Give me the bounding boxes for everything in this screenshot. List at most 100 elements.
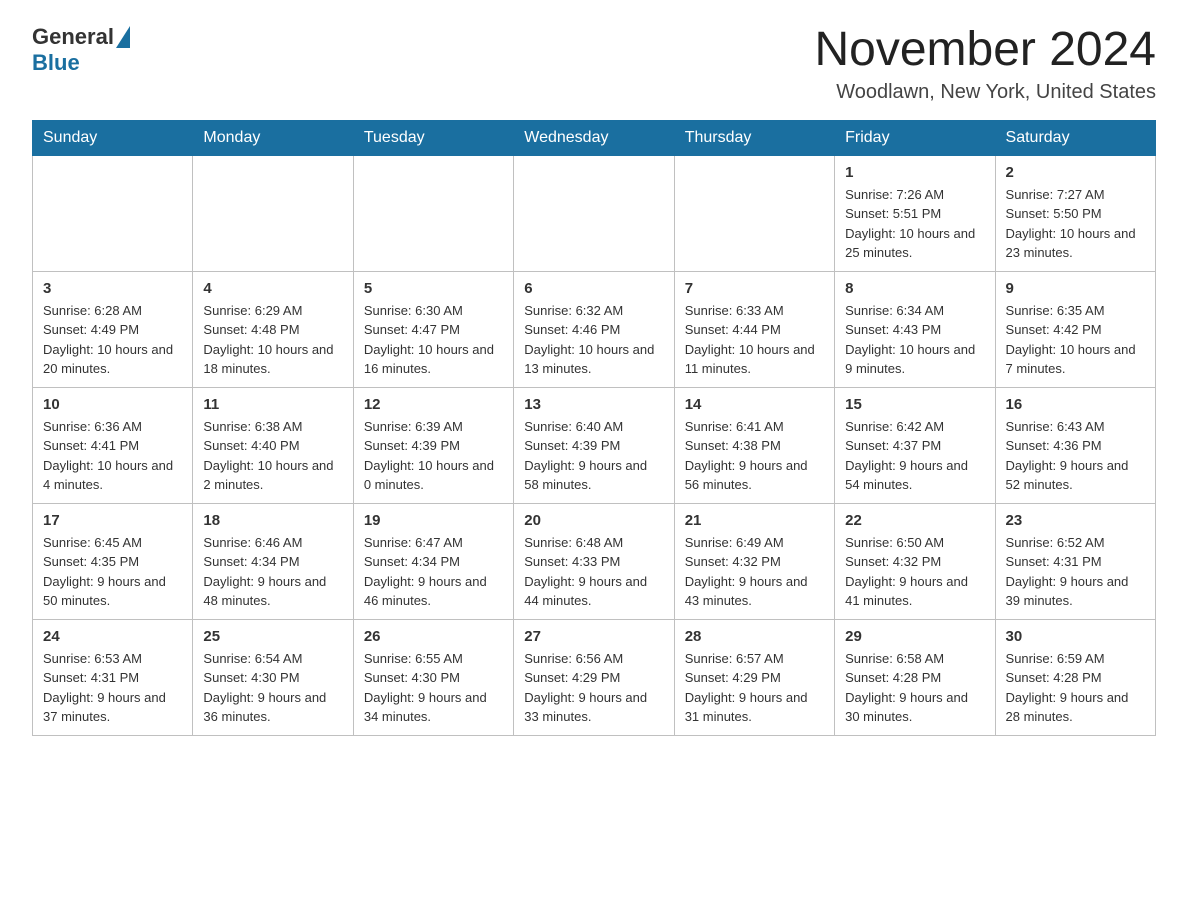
calendar-week-row: 17 Sunrise: 6:45 AMSunset: 4:35 PMDayligh… bbox=[33, 503, 1156, 619]
calendar-cell: 26 Sunrise: 6:55 AMSunset: 4:30 PMDayligh… bbox=[353, 619, 513, 735]
day-number: 28 bbox=[685, 628, 824, 645]
calendar-cell: 25 Sunrise: 6:54 AMSunset: 4:30 PMDayligh… bbox=[193, 619, 353, 735]
day-number: 11 bbox=[203, 396, 342, 413]
column-header-sunday: Sunday bbox=[33, 120, 193, 155]
title-block: November 2024 Woodlawn, New York, United… bbox=[814, 24, 1156, 104]
day-number: 15 bbox=[845, 396, 984, 413]
day-number: 29 bbox=[845, 628, 984, 645]
day-info: Sunrise: 7:26 AMSunset: 5:51 PMDaylight:… bbox=[845, 185, 984, 263]
day-info: Sunrise: 6:54 AMSunset: 4:30 PMDaylight:… bbox=[203, 649, 342, 727]
calendar-cell: 2 Sunrise: 7:27 AMSunset: 5:50 PMDaylight… bbox=[995, 155, 1155, 271]
day-number: 9 bbox=[1006, 280, 1145, 297]
calendar-cell: 16Sunrise: 6:43 AMSunset: 4:36 PMDayligh… bbox=[995, 387, 1155, 503]
calendar-cell bbox=[514, 155, 674, 271]
calendar-cell: 21Sunrise: 6:49 AMSunset: 4:32 PMDayligh… bbox=[674, 503, 834, 619]
day-info: Sunrise: 6:55 AMSunset: 4:30 PMDaylight:… bbox=[364, 649, 503, 727]
day-info: Sunrise: 6:41 AMSunset: 4:38 PMDaylight:… bbox=[685, 417, 824, 495]
page-header: General Blue November 2024 Woodlawn, New… bbox=[32, 24, 1156, 104]
day-info: Sunrise: 6:28 AMSunset: 4:49 PMDaylight:… bbox=[43, 301, 182, 379]
day-number: 17 bbox=[43, 512, 182, 529]
day-info: Sunrise: 6:34 AMSunset: 4:43 PMDaylight:… bbox=[845, 301, 984, 379]
day-number: 3 bbox=[43, 280, 182, 297]
day-number: 26 bbox=[364, 628, 503, 645]
calendar-header-row: SundayMondayTuesdayWednesdayThursdayFrid… bbox=[33, 120, 1156, 155]
day-number: 14 bbox=[685, 396, 824, 413]
calendar-week-row: 1 Sunrise: 7:26 AMSunset: 5:51 PMDaylight… bbox=[33, 155, 1156, 271]
day-info: Sunrise: 6:48 AMSunset: 4:33 PMDaylight:… bbox=[524, 533, 663, 611]
calendar-cell: 1 Sunrise: 7:26 AMSunset: 5:51 PMDaylight… bbox=[835, 155, 995, 271]
column-header-saturday: Saturday bbox=[995, 120, 1155, 155]
day-info: Sunrise: 6:29 AMSunset: 4:48 PMDaylight:… bbox=[203, 301, 342, 379]
month-title: November 2024 bbox=[814, 24, 1156, 77]
day-info: Sunrise: 6:52 AMSunset: 4:31 PMDaylight:… bbox=[1006, 533, 1145, 611]
column-header-monday: Monday bbox=[193, 120, 353, 155]
day-info: Sunrise: 6:33 AMSunset: 4:44 PMDaylight:… bbox=[685, 301, 824, 379]
day-number: 22 bbox=[845, 512, 984, 529]
location-subtitle: Woodlawn, New York, United States bbox=[814, 81, 1156, 104]
column-header-tuesday: Tuesday bbox=[353, 120, 513, 155]
calendar-cell: 9 Sunrise: 6:35 AMSunset: 4:42 PMDaylight… bbox=[995, 271, 1155, 387]
calendar-cell: 12Sunrise: 6:39 AMSunset: 4:39 PMDayligh… bbox=[353, 387, 513, 503]
day-info: Sunrise: 6:42 AMSunset: 4:37 PMDaylight:… bbox=[845, 417, 984, 495]
day-number: 7 bbox=[685, 280, 824, 297]
day-info: Sunrise: 6:57 AMSunset: 4:29 PMDaylight:… bbox=[685, 649, 824, 727]
calendar-cell bbox=[33, 155, 193, 271]
day-info: Sunrise: 6:50 AMSunset: 4:32 PMDaylight:… bbox=[845, 533, 984, 611]
day-info: Sunrise: 6:59 AMSunset: 4:28 PMDaylight:… bbox=[1006, 649, 1145, 727]
day-number: 6 bbox=[524, 280, 663, 297]
calendar-table: SundayMondayTuesdayWednesdayThursdayFrid… bbox=[32, 120, 1156, 736]
calendar-cell bbox=[193, 155, 353, 271]
day-number: 21 bbox=[685, 512, 824, 529]
calendar-cell: 30Sunrise: 6:59 AMSunset: 4:28 PMDayligh… bbox=[995, 619, 1155, 735]
calendar-cell bbox=[353, 155, 513, 271]
column-header-friday: Friday bbox=[835, 120, 995, 155]
logo-general-text: General bbox=[32, 24, 114, 50]
calendar-cell: 17 Sunrise: 6:45 AMSunset: 4:35 PMDayligh… bbox=[33, 503, 193, 619]
day-info: Sunrise: 6:30 AMSunset: 4:47 PMDaylight:… bbox=[364, 301, 503, 379]
calendar-cell: 24Sunrise: 6:53 AMSunset: 4:31 PMDayligh… bbox=[33, 619, 193, 735]
calendar-cell: 5 Sunrise: 6:30 AMSunset: 4:47 PMDaylight… bbox=[353, 271, 513, 387]
calendar-cell: 3 Sunrise: 6:28 AMSunset: 4:49 PMDaylight… bbox=[33, 271, 193, 387]
calendar-cell: 8Sunrise: 6:34 AMSunset: 4:43 PMDaylight… bbox=[835, 271, 995, 387]
calendar-cell: 28 Sunrise: 6:57 AMSunset: 4:29 PMDayligh… bbox=[674, 619, 834, 735]
calendar-cell: 29 Sunrise: 6:58 AMSunset: 4:28 PMDayligh… bbox=[835, 619, 995, 735]
day-info: Sunrise: 7:27 AMSunset: 5:50 PMDaylight:… bbox=[1006, 185, 1145, 263]
column-header-thursday: Thursday bbox=[674, 120, 834, 155]
logo: General Blue bbox=[32, 24, 132, 76]
day-info: Sunrise: 6:46 AMSunset: 4:34 PMDaylight:… bbox=[203, 533, 342, 611]
day-number: 16 bbox=[1006, 396, 1145, 413]
calendar-cell: 18 Sunrise: 6:46 AMSunset: 4:34 PMDayligh… bbox=[193, 503, 353, 619]
day-number: 1 bbox=[845, 164, 984, 181]
logo-triangle-icon bbox=[116, 26, 130, 48]
day-number: 12 bbox=[364, 396, 503, 413]
calendar-cell: 27Sunrise: 6:56 AMSunset: 4:29 PMDayligh… bbox=[514, 619, 674, 735]
calendar-cell: 6 Sunrise: 6:32 AMSunset: 4:46 PMDaylight… bbox=[514, 271, 674, 387]
day-info: Sunrise: 6:40 AMSunset: 4:39 PMDaylight:… bbox=[524, 417, 663, 495]
day-number: 18 bbox=[203, 512, 342, 529]
day-number: 19 bbox=[364, 512, 503, 529]
day-number: 10 bbox=[43, 396, 182, 413]
calendar-cell: 23Sunrise: 6:52 AMSunset: 4:31 PMDayligh… bbox=[995, 503, 1155, 619]
day-number: 5 bbox=[364, 280, 503, 297]
day-number: 2 bbox=[1006, 164, 1145, 181]
logo-blue-text: Blue bbox=[32, 50, 80, 76]
day-info: Sunrise: 6:35 AMSunset: 4:42 PMDaylight:… bbox=[1006, 301, 1145, 379]
calendar-week-row: 24Sunrise: 6:53 AMSunset: 4:31 PMDayligh… bbox=[33, 619, 1156, 735]
calendar-week-row: 10 Sunrise: 6:36 AMSunset: 4:41 PMDayligh… bbox=[33, 387, 1156, 503]
calendar-cell: 4Sunrise: 6:29 AMSunset: 4:48 PMDaylight… bbox=[193, 271, 353, 387]
day-number: 27 bbox=[524, 628, 663, 645]
calendar-cell: 20 Sunrise: 6:48 AMSunset: 4:33 PMDayligh… bbox=[514, 503, 674, 619]
calendar-week-row: 3 Sunrise: 6:28 AMSunset: 4:49 PMDaylight… bbox=[33, 271, 1156, 387]
day-info: Sunrise: 6:36 AMSunset: 4:41 PMDaylight:… bbox=[43, 417, 182, 495]
calendar-cell: 10 Sunrise: 6:36 AMSunset: 4:41 PMDayligh… bbox=[33, 387, 193, 503]
calendar-cell: 14 Sunrise: 6:41 AMSunset: 4:38 PMDayligh… bbox=[674, 387, 834, 503]
day-info: Sunrise: 6:45 AMSunset: 4:35 PMDaylight:… bbox=[43, 533, 182, 611]
calendar-cell: 11 Sunrise: 6:38 AMSunset: 4:40 PMDayligh… bbox=[193, 387, 353, 503]
day-info: Sunrise: 6:38 AMSunset: 4:40 PMDaylight:… bbox=[203, 417, 342, 495]
day-number: 25 bbox=[203, 628, 342, 645]
calendar-cell: 15 Sunrise: 6:42 AMSunset: 4:37 PMDayligh… bbox=[835, 387, 995, 503]
day-info: Sunrise: 6:58 AMSunset: 4:28 PMDaylight:… bbox=[845, 649, 984, 727]
day-info: Sunrise: 6:32 AMSunset: 4:46 PMDaylight:… bbox=[524, 301, 663, 379]
day-number: 20 bbox=[524, 512, 663, 529]
calendar-cell bbox=[674, 155, 834, 271]
